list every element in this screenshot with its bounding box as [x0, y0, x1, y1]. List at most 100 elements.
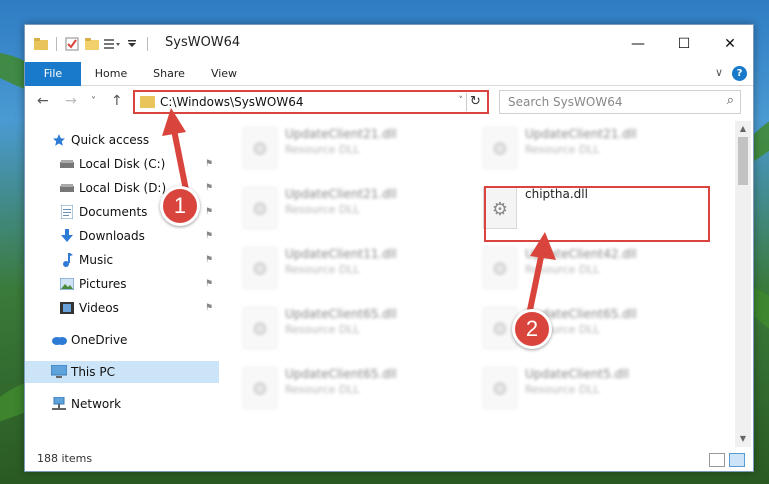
details-view-icon[interactable] [709, 453, 725, 467]
drive-icon [59, 180, 75, 196]
pin-icon[interactable]: ⚑ [205, 207, 213, 217]
tab-view[interactable]: View [199, 62, 249, 86]
chevron-down-icon[interactable] [124, 36, 140, 52]
sidebar-item-onedrive[interactable]: OneDrive [25, 329, 219, 351]
back-arrow-icon[interactable]: ← [37, 93, 49, 109]
chevron-down-icon[interactable]: ˅ [459, 96, 464, 106]
toolbar-divider [56, 37, 57, 51]
customize-icon[interactable] [104, 36, 120, 52]
address-path[interactable]: C:\Windows\SysWOW64 [160, 95, 304, 109]
file-type: Resource DLL [525, 143, 600, 156]
file-tile[interactable]: ⚙ UpdateClient65.dll Resource DLL [235, 363, 465, 415]
pin-icon[interactable]: ⚑ [205, 183, 213, 193]
file-name: UpdateClient21.dll [285, 127, 397, 141]
recent-locations-icon[interactable]: ˅ [91, 96, 96, 107]
sidebar-item-local-disk-c[interactable]: Local Disk (C:) ⚑ [25, 153, 219, 175]
refresh-icon[interactable]: ↻ [466, 93, 484, 111]
drive-icon [59, 156, 75, 172]
file-name: UpdateClient21.dll [525, 127, 637, 141]
sidebar-item-videos[interactable]: Videos ⚑ [25, 297, 219, 319]
pin-icon[interactable]: ⚑ [205, 255, 213, 265]
tab-home[interactable]: Home [85, 62, 137, 86]
properties-icon[interactable] [64, 36, 80, 52]
scroll-up-icon[interactable]: ▲ [735, 121, 751, 137]
address-bar[interactable]: C:\Windows\SysWOW64 ˅ ↻ [133, 90, 489, 114]
file-name: UpdateClient21.dll [285, 187, 397, 201]
file-name: UpdateClient5.dll [525, 367, 629, 381]
annotation-badge-2: 2 [512, 309, 552, 349]
scroll-thumb[interactable] [738, 137, 748, 185]
help-icon[interactable]: ? [732, 66, 747, 81]
gear-icon: ⚙ [251, 379, 269, 400]
file-tile[interactable]: ⚙ UpdateClient11.dll Resource DLL [235, 243, 465, 295]
gear-icon: ⚙ [491, 139, 509, 160]
ribbon-tabs: File Home Share View ∨ ? [25, 62, 753, 86]
pictures-icon [59, 276, 75, 292]
gear-icon: ⚙ [491, 259, 509, 280]
file-name: UpdateClient65.dll [285, 307, 397, 321]
sidebar-item-label: Quick access [71, 133, 150, 147]
quick-access-toolbar [33, 34, 151, 54]
vertical-scrollbar[interactable]: ▲ ▼ [735, 121, 751, 447]
pin-icon[interactable]: ⚑ [205, 159, 213, 169]
scroll-down-icon[interactable]: ▼ [735, 431, 751, 447]
up-arrow-icon[interactable]: ↑ [111, 93, 123, 109]
file-tile[interactable]: ⚙ UpdateClient42.dll Resource DLL [475, 243, 705, 295]
sidebar-item-pictures[interactable]: Pictures ⚑ [25, 273, 219, 295]
sidebar-item-label: Downloads [79, 229, 145, 243]
toolbar-divider [147, 37, 148, 51]
documents-icon [59, 204, 75, 220]
sidebar-item-this-pc[interactable]: This PC [25, 361, 219, 383]
file-type: Resource DLL [285, 203, 360, 216]
search-input[interactable]: Search SysWOW64 ⌕ [499, 90, 741, 114]
file-tile[interactable]: ⚙ UpdateClient21.dll Resource DLL [235, 183, 465, 235]
file-highlight-box [484, 186, 710, 242]
window-title: SysWOW64 [165, 35, 241, 50]
sidebar-item-music[interactable]: Music ⚑ [25, 249, 219, 271]
search-icon[interactable]: ⌕ [727, 93, 734, 108]
file-type: Resource DLL [525, 263, 600, 276]
minimize-button[interactable]: — [615, 25, 661, 62]
navigation-pane: Quick access Local Disk (C:) ⚑ Local Dis… [25, 123, 219, 443]
music-icon [59, 252, 75, 268]
pin-icon[interactable]: ⚑ [205, 279, 213, 289]
sidebar-item-label: This PC [71, 365, 115, 379]
download-icon [59, 228, 75, 244]
file-tile[interactable]: ⚙ UpdateClient21.dll Resource DLL [475, 123, 705, 175]
tab-file[interactable]: File [25, 62, 81, 86]
large-icons-view-icon[interactable] [729, 453, 745, 467]
file-tile[interactable]: ⚙ UpdateClient65.dll Resource DLL [475, 303, 705, 355]
sidebar-item-label: Music [79, 253, 114, 267]
folder-icon[interactable] [33, 36, 49, 52]
sidebar-item-downloads[interactable]: Downloads ⚑ [25, 225, 219, 247]
pin-icon[interactable]: ⚑ [205, 231, 213, 241]
sidebar-item-label: Documents [79, 205, 148, 219]
file-name: UpdateClient65.dll [285, 367, 397, 381]
forward-arrow-icon[interactable]: → [65, 93, 77, 109]
close-button[interactable]: ✕ [707, 25, 753, 62]
file-tile[interactable]: ⚙ UpdateClient65.dll Resource DLL [235, 303, 465, 355]
search-placeholder: Search SysWOW64 [508, 95, 623, 109]
expand-ribbon-icon[interactable]: ∨ [715, 66, 723, 79]
gear-icon: ⚙ [251, 199, 269, 220]
tab-share[interactable]: Share [143, 62, 195, 86]
file-type: Resource DLL [525, 383, 600, 396]
sidebar-item-label: Videos [79, 301, 119, 315]
dll-file-icon: ⚙ [243, 247, 277, 289]
maximize-button[interactable]: ☐ [661, 25, 707, 62]
videos-icon [59, 300, 75, 316]
gear-icon: ⚙ [251, 259, 269, 280]
dll-file-icon: ⚙ [483, 367, 517, 409]
dll-file-icon: ⚙ [243, 307, 277, 349]
file-type: Resource DLL [285, 323, 360, 336]
file-tile[interactable]: ⚙ UpdateClient5.dll Resource DLL [475, 363, 705, 415]
annotation-badge-1: 1 [160, 186, 200, 226]
file-tile[interactable]: ⚙ UpdateClient21.dll Resource DLL [235, 123, 465, 175]
cloud-icon [51, 332, 67, 348]
sidebar-item-network[interactable]: Network [25, 393, 219, 415]
sidebar-item-quick-access[interactable]: Quick access [25, 129, 219, 151]
new-folder-icon[interactable] [84, 36, 100, 52]
window-controls: — ☐ ✕ [615, 25, 753, 62]
pin-icon[interactable]: ⚑ [205, 303, 213, 313]
explorer-window: SysWOW64 — ☐ ✕ File Home Share View ∨ ? … [24, 24, 754, 472]
